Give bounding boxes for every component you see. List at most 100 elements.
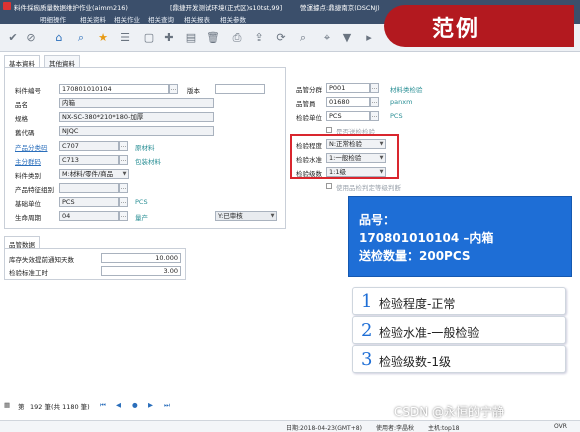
company-label: 營運據点:鼎捷南京(DSCNJ): [300, 4, 380, 12]
life-cycle-label: 生命周期: [15, 214, 41, 222]
spec-label: 规格: [15, 115, 28, 123]
supplier-cat-field[interactable]: P001: [326, 83, 370, 93]
insp-unit-lookup-button[interactable]: …: [370, 111, 379, 121]
item-no-label: 料件编号: [15, 87, 41, 95]
record-icon: ▦: [4, 401, 11, 409]
refresh-icon[interactable]: ⟳: [274, 31, 288, 45]
inspector-lookup-button[interactable]: …: [370, 97, 379, 107]
callout-item-label: 品号：: [359, 213, 396, 227]
item-type-select[interactable]: M:材料/零件/商品: [59, 169, 129, 179]
product-group-label: 产品特征组别: [15, 186, 54, 194]
main-cat-desc: 包装材料: [135, 158, 161, 166]
life-cycle-field[interactable]: 04: [59, 211, 119, 221]
supplier-cat-desc: 材料类检验: [390, 86, 423, 94]
tab-basic[interactable]: 基本資料: [4, 55, 40, 68]
callout-item-value: 170801010104 –内箱: [359, 231, 494, 245]
product-group-field[interactable]: [59, 183, 119, 193]
menu-item[interactable]: 相关报表: [184, 14, 210, 24]
step-text: 检验级数-1级: [379, 355, 451, 369]
step-card: 2 检验水准-一般检验: [352, 316, 566, 344]
current-record-icon[interactable]: ●: [132, 401, 138, 409]
old-no-label: 舊代碼: [15, 129, 35, 137]
spec-field[interactable]: NX-SC-380*210*180-加厚: [59, 112, 214, 122]
status-date: 日期:2018-04-23(GMT+8): [286, 425, 362, 432]
search-icon[interactable]: ⌕: [74, 31, 88, 45]
print-icon[interactable]: ⎙: [230, 31, 244, 45]
std-hours-label: 检验标准工时: [9, 269, 48, 277]
environment-label: [鼎捷开发测试环境(正式区)s10tst,99]: [170, 4, 283, 12]
menu-item[interactable]: 相关作业: [114, 14, 140, 24]
prev-record-button[interactable]: ◀: [116, 401, 121, 409]
grade-judge-checkbox[interactable]: [326, 183, 332, 189]
menu-item[interactable]: 相关查询: [148, 14, 174, 24]
delete-icon[interactable]: ▤: [184, 31, 198, 45]
main-cat-lookup-button[interactable]: …: [119, 155, 128, 165]
product-group-lookup-button[interactable]: …: [119, 183, 128, 193]
export-icon[interactable]: ⇪: [252, 31, 266, 45]
first-record-button[interactable]: ⏮: [100, 401, 106, 410]
inspector-field[interactable]: 01680: [326, 97, 370, 107]
next-record-button[interactable]: ▶: [148, 401, 153, 409]
app-logo-icon: [3, 2, 11, 10]
zoom-icon[interactable]: ⌕: [296, 31, 310, 45]
tab-other[interactable]: 其他資料: [44, 55, 80, 68]
trash-icon[interactable]: 🗑: [206, 31, 220, 45]
pager-label: 第: [18, 403, 25, 411]
send-inspect-checkbox[interactable]: [326, 127, 332, 133]
menu-item[interactable]: 明细操作: [40, 14, 66, 24]
chevron-down-icon[interactable]: ▼: [269, 212, 276, 220]
item-no-field[interactable]: 170801010104: [59, 84, 169, 94]
home-icon[interactable]: ⌂: [52, 31, 66, 45]
status-select[interactable]: Y:已审核: [215, 211, 277, 221]
invalid-days-label: 库存失效提前通知天数: [9, 256, 74, 264]
inspector-desc: panxm: [390, 98, 413, 106]
name-label: 品名: [15, 101, 28, 109]
name-field[interactable]: 内箱: [59, 98, 214, 108]
insp-unit-field[interactable]: PCS: [326, 111, 370, 121]
grade-judge-label: 使用品检判定等级判断: [336, 184, 401, 192]
highlight-box: [290, 134, 399, 179]
product-cat-label[interactable]: 产品分类码: [15, 142, 48, 152]
base-unit-field[interactable]: PCS: [59, 197, 119, 207]
status-user: 使用者:李晶秋: [376, 425, 415, 432]
more-icon[interactable]: ▸: [362, 31, 376, 45]
main-cat-label[interactable]: 主分群码: [15, 156, 41, 166]
main-cat-field[interactable]: C713: [59, 155, 119, 165]
check-icon[interactable]: ✔: [6, 31, 20, 45]
inspector-label: 品管員: [296, 100, 316, 108]
invalid-days-field[interactable]: 10.000: [101, 253, 181, 263]
product-cat-lookup-button[interactable]: …: [119, 141, 128, 151]
cancel-icon[interactable]: ⊘: [24, 31, 38, 45]
chevron-down-icon[interactable]: ▼: [121, 170, 128, 178]
new-icon[interactable]: ▢: [142, 31, 156, 45]
status-host: 主机:top18: [428, 425, 460, 432]
status-ovr: OVR: [554, 423, 567, 430]
menu-item[interactable]: 相关参数: [220, 14, 246, 24]
std-hours-field[interactable]: 3.00: [101, 266, 181, 276]
life-cycle-lookup-button[interactable]: …: [119, 211, 128, 221]
example-banner: 范例: [384, 5, 574, 47]
window-title: 料件採痂质量数据维护作业(aimm216): [14, 4, 128, 12]
menu-item[interactable]: 相关资料: [80, 14, 106, 24]
step-card: 1 检验程度-正常: [352, 287, 566, 315]
step-number: 2: [361, 320, 373, 341]
item-no-lookup-button[interactable]: …: [169, 84, 178, 94]
tab-quality-data[interactable]: 品管数据: [4, 236, 40, 249]
product-cat-field[interactable]: C707: [59, 141, 119, 151]
base-unit-lookup-button[interactable]: …: [119, 197, 128, 207]
favorite-icon[interactable]: ★: [96, 31, 110, 45]
funnel-icon[interactable]: ▼: [340, 31, 354, 45]
filter-icon[interactable]: ⌖: [320, 31, 334, 45]
step-number: 1: [361, 291, 373, 312]
menu-icon[interactable]: ☰: [118, 31, 132, 45]
pager-count: 192 筆(共 1180 筆): [30, 403, 90, 411]
old-no-field[interactable]: NJQC: [59, 126, 214, 136]
add-icon[interactable]: ✚: [162, 31, 176, 45]
version-field[interactable]: [215, 84, 265, 94]
product-cat-desc: 原材料: [135, 144, 155, 152]
item-type-label: 料件类别: [15, 172, 41, 180]
insp-unit-desc: PCS: [390, 112, 403, 120]
supplier-cat-lookup-button[interactable]: …: [370, 83, 379, 93]
callout-quantity: 送检数量：200PCS: [359, 249, 471, 263]
last-record-button[interactable]: ⏭: [164, 401, 170, 410]
